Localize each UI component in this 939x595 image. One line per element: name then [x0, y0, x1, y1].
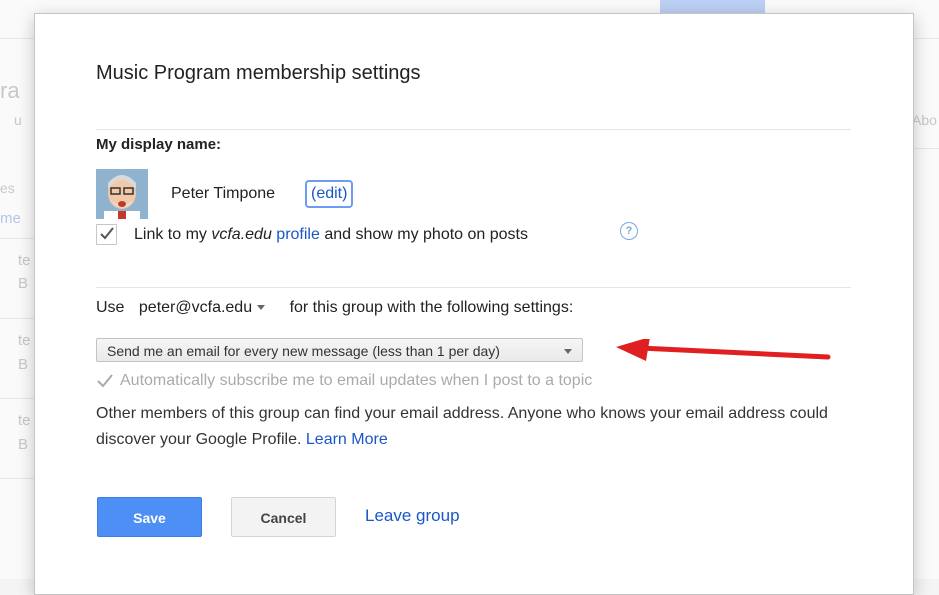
auto-subscribe-row: Automatically subscribe me to email upda…	[96, 372, 592, 390]
divider	[96, 129, 851, 130]
profile-domain: vcfa.edu	[211, 226, 272, 243]
help-icon[interactable]: ?	[620, 222, 638, 240]
annotation-arrow-icon	[616, 339, 831, 361]
avatar	[96, 169, 148, 219]
delivery-settings-dropdown[interactable]: Send me an email for every new message (…	[96, 338, 583, 362]
checkmark-icon[interactable]	[96, 373, 114, 389]
profile-link[interactable]: profile	[276, 226, 320, 243]
chevron-down-icon	[564, 349, 572, 354]
bg-fragment: es	[0, 180, 15, 196]
cancel-button[interactable]: Cancel	[231, 497, 336, 537]
membership-settings-dialog: Music Program membership settings My dis…	[34, 13, 914, 595]
bg-fragment: te	[18, 412, 31, 429]
auto-subscribe-label: Automatically subscribe me to email upda…	[120, 372, 593, 389]
display-name-label: My display name:	[96, 136, 222, 153]
link-profile-suffix: and show my photo on posts	[319, 226, 528, 243]
bg-fragment: B	[18, 356, 29, 373]
user-display-name: Peter Timpone	[171, 185, 276, 202]
bg-fragment: Abo	[912, 112, 937, 128]
checkmark-icon	[100, 227, 114, 240]
bg-fragment: te	[18, 252, 31, 269]
save-button[interactable]: Save	[97, 497, 202, 537]
dialog-title: Music Program membership settings	[96, 62, 421, 84]
email-dropdown[interactable]: peter@vcfa.edu	[139, 299, 275, 316]
privacy-notice: Other members of this group can find you…	[96, 401, 866, 453]
edit-name-link[interactable]: (edit)	[305, 180, 354, 208]
notice-text: Other members of this group can find you…	[96, 405, 828, 448]
bg-fragment: ra	[0, 78, 20, 103]
bg-fragment: B	[18, 436, 29, 453]
delivery-selected: Send me an email for every new message (…	[107, 343, 500, 359]
leave-group-link[interactable]: Leave group	[365, 506, 460, 526]
bg-fragment: u	[14, 112, 22, 128]
divider	[96, 287, 851, 288]
learn-more-link[interactable]: Learn More	[306, 431, 388, 448]
use-suffix: for this group with the following settin…	[289, 299, 574, 316]
chevron-down-icon	[257, 305, 266, 311]
bg-fragment: B	[18, 275, 29, 292]
link-profile-text: Link to my vcfa.edu profile and show my …	[134, 226, 528, 244]
link-profile-prefix: Link to my	[134, 226, 212, 243]
bg-fragment: me	[0, 210, 21, 227]
bg-fragment: te	[18, 332, 31, 349]
background-button	[660, 0, 765, 14]
email-selection-row: Use peter@vcfa.edu for this group with t…	[96, 299, 583, 317]
use-label: Use	[96, 299, 125, 316]
email-value: peter@vcfa.edu	[138, 299, 253, 316]
link-profile-checkbox[interactable]	[96, 224, 117, 245]
